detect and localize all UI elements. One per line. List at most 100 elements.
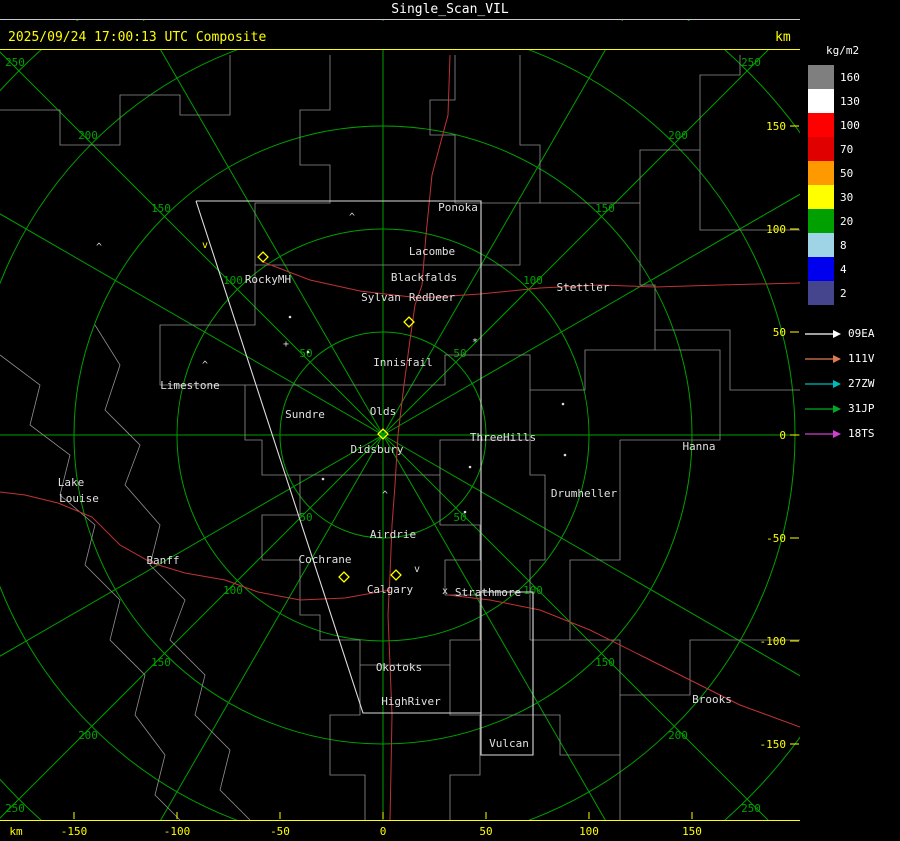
city-label-threehills: ThreeHills — [470, 431, 536, 444]
legend-panel: kg/m2 160 130 100 70 50 30 20 8 4 2 09EA 111V 27ZW 3… — [800, 0, 900, 841]
range-ring-label: 150 — [595, 656, 615, 669]
legend-unit-label: kg/m2 — [826, 44, 860, 57]
highway-line — [447, 594, 800, 728]
station-dot — [321, 477, 325, 481]
range-ring-label: 50 — [299, 511, 312, 524]
legend-row: 2 — [808, 281, 900, 305]
city-label-olds: Olds — [370, 405, 397, 418]
window-title: Single_Scan_VIL — [391, 2, 509, 17]
legend-value: 4 — [840, 262, 847, 276]
legend-value: 130 — [840, 94, 860, 108]
bottom-axis-label: 0 — [380, 825, 387, 838]
radar-viewer-window: 50 100 150 200 250 50 100 150 200 250 50 100 150 200 2… — [0, 0, 900, 841]
right-axis-label: -100 — [760, 635, 787, 648]
city-label-drumheller: Drumheller — [551, 487, 618, 500]
range-spoke — [131, 0, 384, 436]
range-ring-label: 50 — [299, 347, 312, 360]
legend-row: 70 — [808, 137, 900, 161]
right-axis-unit: km — [775, 30, 791, 45]
range-ring-label: 150 — [595, 202, 615, 215]
legend-value: 30 — [840, 190, 854, 204]
legend-swatch — [808, 281, 834, 305]
radar-map[interactable]: 50 100 150 200 250 50 100 150 200 250 50 100 150 200 2… — [0, 0, 800, 820]
radar-site-icon — [257, 251, 269, 263]
scan-sector-outline — [480, 591, 534, 756]
city-label-lacombe: Lacombe — [409, 245, 455, 258]
bottom-axis-label: -150 — [61, 825, 88, 838]
range-ring-label: 250 — [5, 56, 25, 69]
station-marker: v — [414, 564, 420, 575]
legend-row: 50 — [808, 161, 900, 185]
county-boundary — [329, 665, 366, 820]
bottom-axis-label: -100 — [164, 825, 191, 838]
overlay-label: 31JP — [848, 402, 875, 415]
county-boundary — [529, 390, 546, 640]
range-ring-label: 100 — [223, 274, 243, 287]
legend-row: 20 — [808, 209, 900, 233]
station-marker: x — [442, 586, 448, 597]
city-label-didsbury: Didsbury — [351, 443, 404, 456]
city-label-sylvan: Sylvan — [361, 291, 401, 304]
range-ring-label: 50 — [453, 347, 466, 360]
station-dot — [463, 510, 467, 514]
overlay-label: 18TS — [848, 427, 875, 440]
station-marker: v — [202, 240, 208, 251]
station-dot — [468, 465, 472, 469]
range-spoke — [382, 0, 635, 436]
range-ring-label: 200 — [668, 129, 688, 142]
radar-site-icon — [390, 569, 402, 581]
county-boundary — [94, 324, 251, 820]
legend-swatch — [808, 161, 834, 185]
overlay-arrow-icon — [805, 354, 841, 363]
highway-line — [0, 491, 391, 601]
right-axis-label: -50 — [766, 532, 786, 545]
overlay-label: 27ZW — [848, 377, 875, 390]
legend-row: 4 — [808, 257, 900, 281]
right-axis-label: 100 — [766, 223, 786, 236]
range-spoke — [382, 49, 769, 436]
legend-overlay-list: 09EA 111V 27ZW 31JP 18TS — [800, 321, 900, 446]
city-label-vulcan: Vulcan — [489, 737, 529, 750]
range-ring-label: 200 — [78, 729, 98, 742]
range-spoke — [0, 51, 384, 436]
overlay-arrow-icon — [805, 404, 841, 413]
legend-swatch — [808, 185, 834, 209]
legend-swatch — [808, 137, 834, 161]
legend-color-scale: 160 130 100 70 50 30 20 8 4 2 — [800, 65, 900, 305]
city-label-lake: Lake — [58, 476, 85, 489]
bottom-axis-label: 100 — [579, 825, 599, 838]
city-label-banff: Banff — [146, 554, 179, 567]
title-bar: Single_Scan_VIL — [0, 0, 900, 20]
legend-row: 100 — [808, 113, 900, 137]
overlay-label: 111V — [848, 352, 875, 365]
city-label-strathmore: Strathmore — [455, 586, 521, 599]
range-spoke — [0, 434, 384, 819]
city-label-hanna: Hanna — [682, 440, 715, 453]
station-marker: ^ — [382, 490, 388, 501]
bottom-axis: km -150 -100 -50 0 50 100 150 — [0, 820, 900, 841]
range-ring-label: 200 — [78, 129, 98, 142]
range-ring-label: 250 — [741, 56, 761, 69]
county-boundary — [530, 203, 656, 391]
right-axis-label: 50 — [773, 326, 786, 339]
legend-row: 160 — [808, 65, 900, 89]
range-ring-label: 250 — [5, 802, 25, 815]
range-ring-label: 250 — [741, 802, 761, 815]
legend-overlay-row: 18TS — [804, 421, 900, 446]
range-spoke — [382, 434, 800, 677]
bottom-axis-label: 150 — [682, 825, 702, 838]
county-boundary — [300, 439, 530, 476]
station-dot — [563, 453, 567, 457]
legend-swatch — [808, 257, 834, 281]
station-dot — [306, 350, 310, 354]
county-boundary — [0, 354, 181, 820]
bottom-axis-label: -50 — [270, 825, 290, 838]
legend-swatch — [808, 233, 834, 257]
overlay-arrow-icon — [805, 329, 841, 338]
right-axis-label: 150 — [766, 120, 786, 133]
city-label-calgary: Calgary — [367, 583, 414, 596]
city-label-cochrane: Cochrane — [299, 553, 352, 566]
legend-row: 130 — [808, 89, 900, 113]
county-boundary — [480, 714, 621, 820]
city-label-innisfail: Innisfail — [373, 356, 433, 369]
